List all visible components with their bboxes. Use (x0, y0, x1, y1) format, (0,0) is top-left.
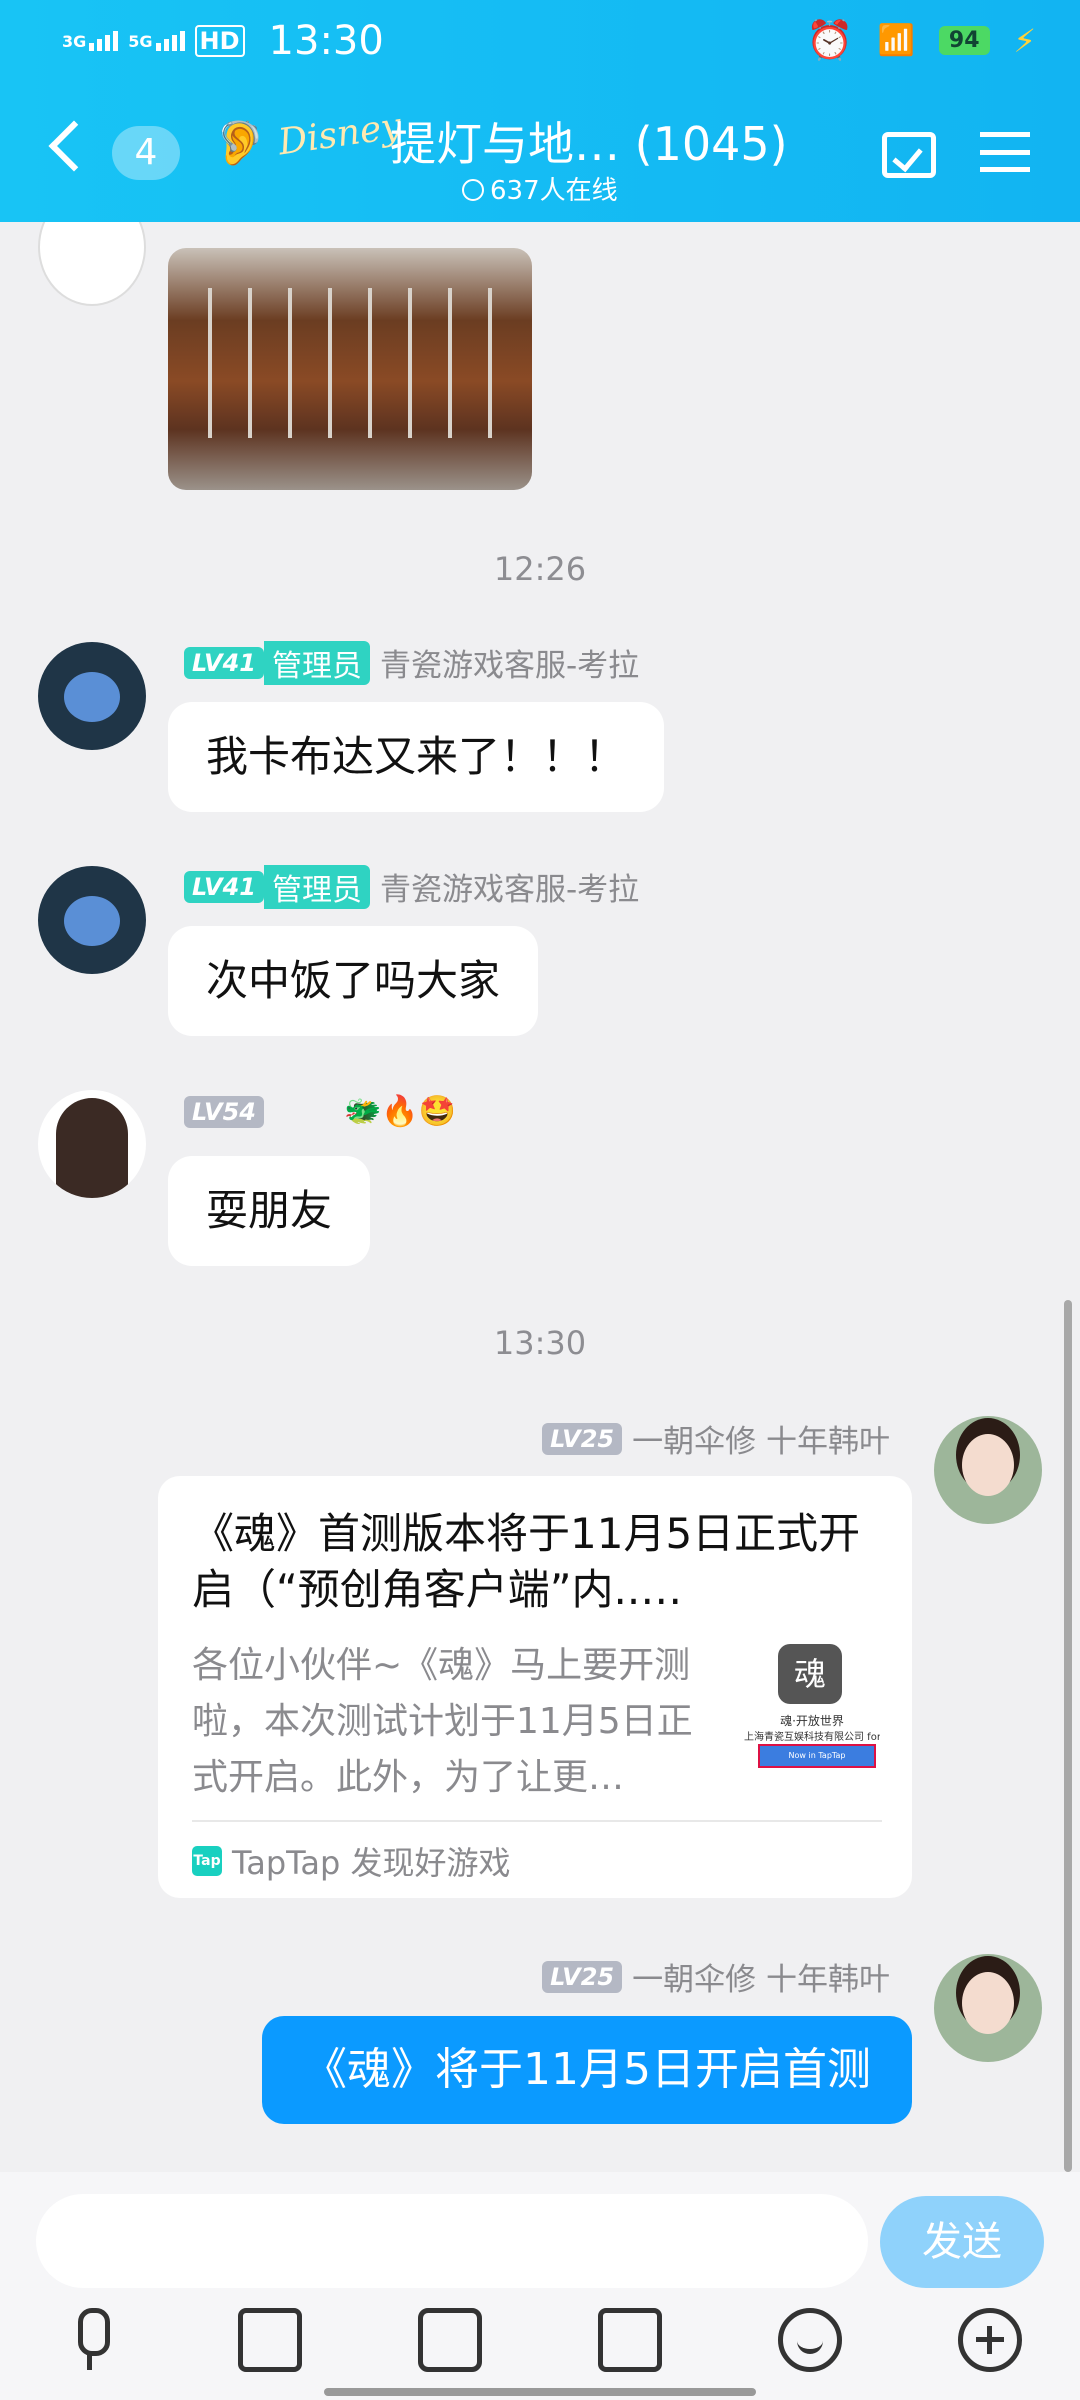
battery-indicator: 94 (938, 26, 990, 55)
link-card[interactable]: 《魂》首测版本将于11月5日正式开启（“预创角客户端”内..… 各位小伙伴~《魂… (158, 1476, 912, 1898)
message-bubble-self[interactable]: 《魂》将于11月5日开启首测 (262, 2016, 912, 2124)
card-source: Tap TapTap 发现好游戏 (192, 1838, 511, 1884)
card-thumbnail: 魂 魂·开放世界 上海青瓷互娱科技有限公司 for i Now in TapTa… (744, 1644, 880, 1780)
sender-info: LV41 管理员 青瓷游戏客服-考拉 (184, 640, 639, 685)
sender-name[interactable]: 一朝伞修 十年韩叶 (632, 1416, 890, 1461)
ear-icon: 🦻 (214, 118, 267, 167)
thumb-company: 上海青瓷互娱科技有限公司 for i (744, 1732, 880, 1743)
home-indicator[interactable] (324, 2388, 756, 2396)
game-logo: 魂 (778, 1644, 842, 1704)
signal-3g-icon: 3G (62, 31, 119, 51)
avatar[interactable] (38, 1090, 146, 1198)
divider (192, 1820, 882, 1822)
chat-header: 3G 5G HD 13:30 ⏰ 📶 94 ⚡ 4 🦻 Disney 提灯与地…… (0, 0, 1080, 222)
status-time: 13:30 (268, 18, 384, 64)
message-image[interactable] (168, 248, 532, 490)
unread-count-badge[interactable]: 4 (112, 126, 180, 180)
thumb-title: 魂·开放世界 (780, 1714, 844, 1728)
sender-name[interactable]: 青瓷游戏客服-考拉 (380, 864, 639, 909)
plus-icon[interactable] (958, 2308, 1022, 2372)
charging-icon: ⚡ (1013, 21, 1036, 60)
message-bubble[interactable]: 我卡布达又来了！！！ (168, 702, 665, 812)
card-description: 各位小伙伴~《魂》马上要开测啦，本次测试计划于11月5日正式开启。此外，为了让更… (192, 1645, 693, 1798)
scrollbar[interactable] (1064, 1300, 1072, 2172)
calendar-check-icon[interactable] (882, 132, 936, 178)
level-badge: LV25 (542, 1960, 623, 1993)
microphone-icon[interactable] (58, 2308, 122, 2372)
hd-icon: HD (194, 25, 245, 57)
level-badge: LV41 (184, 646, 264, 679)
online-icon (462, 179, 484, 201)
sender-emoji-badges: 🐲🔥🤩 (343, 1094, 457, 1129)
bottom-toolbar (0, 2292, 1080, 2400)
level-badge: LV25 (542, 1422, 623, 1455)
avatar[interactable] (38, 866, 146, 974)
message-input[interactable] (36, 2194, 868, 2288)
admin-badge: 管理员 (263, 640, 370, 685)
image-icon[interactable] (238, 2308, 302, 2372)
group-title[interactable]: 提灯与地… (1045) (390, 108, 788, 174)
thumb-button: Now in TapTap (758, 1744, 876, 1768)
level-badge: LV41 (184, 870, 264, 903)
red-packet-icon[interactable] (598, 2308, 662, 2372)
timestamp: 13:30 (493, 1324, 587, 1362)
sender-info: LV41 管理员 青瓷游戏客服-考拉 (184, 864, 639, 909)
timestamp: 12:26 (493, 550, 587, 588)
emoji-icon[interactable] (778, 2308, 842, 2372)
menu-icon[interactable] (980, 132, 1030, 172)
admin-badge: 管理员 (263, 864, 370, 909)
sender-info: LV54 🐲🔥🤩 (184, 1094, 456, 1129)
group-logo: Disney (275, 105, 404, 164)
wifi-icon: 📶 (877, 23, 915, 58)
message-bubble[interactable]: 耍朋友 (168, 1156, 371, 1266)
card-title: 《魂》首测版本将于11月5日正式开启（“预创角客户端”内..… (192, 1509, 861, 1614)
avatar[interactable] (934, 1954, 1042, 2062)
signal-5g-icon: 5G (128, 31, 185, 51)
alarm-icon: ⏰ (806, 18, 854, 62)
status-bar: 3G 5G HD 13:30 ⏰ 📶 94 ⚡ (0, 18, 1080, 66)
source-label: TapTap 发现好游戏 (232, 1844, 511, 1882)
camera-icon[interactable] (418, 2308, 482, 2372)
back-icon[interactable] (48, 120, 100, 172)
message-bubble[interactable]: 次中饭了吗大家 (168, 926, 539, 1036)
sender-info: LV25 一朝伞修 十年韩叶 (542, 1954, 890, 1999)
input-bar: 发送 (0, 2172, 1080, 2292)
level-badge: LV54 (184, 1095, 264, 1128)
avatar[interactable] (38, 642, 146, 750)
send-button[interactable]: 发送 (880, 2196, 1044, 2288)
sender-name[interactable]: 青瓷游戏客服-考拉 (380, 640, 639, 685)
taptap-icon: Tap (192, 1846, 222, 1876)
sender-name[interactable]: 一朝伞修 十年韩叶 (632, 1954, 890, 1999)
avatar[interactable] (934, 1416, 1042, 1524)
sender-info: LV25 一朝伞修 十年韩叶 (542, 1416, 890, 1461)
online-count: 637人在线 (462, 170, 618, 207)
